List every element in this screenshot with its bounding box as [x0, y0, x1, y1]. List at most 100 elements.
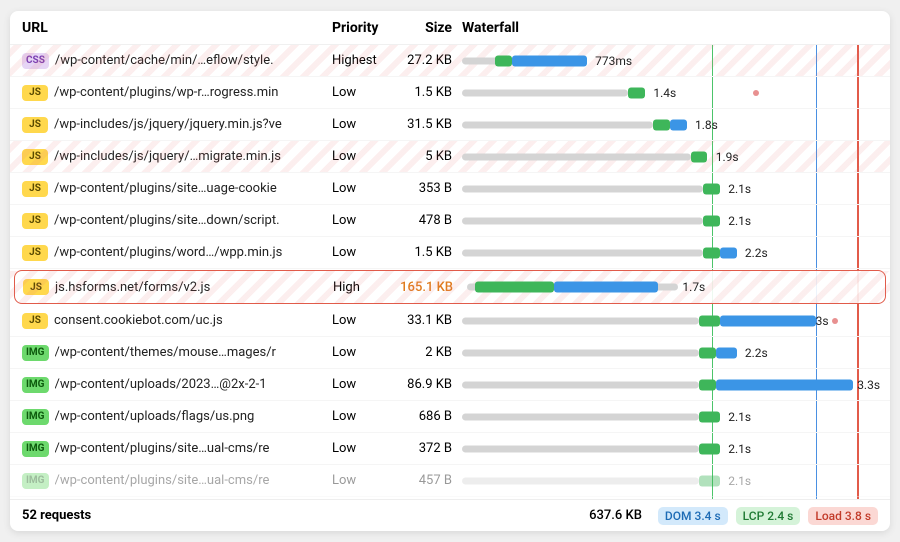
timing-label: 1.8s: [695, 118, 718, 132]
size-cell: 5 KB: [392, 149, 462, 164]
resource-type-badge: IMG: [22, 345, 49, 361]
resource-type-badge: JS: [22, 181, 48, 197]
resource-url: /wp-includes/js/jquery/…migrate.min.js: [54, 149, 281, 164]
priority-cell: Low: [332, 441, 392, 456]
resource-url: /wp-content/plugins/site…ual-cms/re: [55, 473, 270, 488]
waterfall-cell: 2.2s: [462, 337, 878, 368]
table-row[interactable]: JS/wp-content/plugins/site…uage-cookie Lo…: [10, 173, 890, 205]
size-cell: 33.1 KB: [392, 313, 462, 328]
resource-type-badge: JS: [22, 85, 48, 101]
resource-url: /wp-content/plugins/site…ual-cms/re: [55, 441, 270, 456]
size-cell: 686 B: [392, 409, 462, 424]
size-cell: 86.9 KB: [392, 377, 462, 392]
table-row[interactable]: IMG/wp-content/themes/mouse…mages/r Low2 …: [10, 337, 890, 369]
resource-url: /wp-content/cache/min/…eflow/style.: [55, 53, 274, 68]
waterfall-cell: 1.8s: [462, 109, 878, 140]
render-block-dot: [753, 90, 759, 96]
priority-cell: High: [333, 280, 393, 295]
resource-url: /wp-content/uploads/2023…@2x-2-1: [55, 377, 267, 392]
size-cell: 478 B: [392, 213, 462, 228]
size-cell: 353 B: [392, 181, 462, 196]
size-cell: 27.2 KB: [392, 53, 462, 68]
table-row[interactable]: JS/wp-content/plugins/wp-r…rogress.min Lo…: [10, 77, 890, 109]
size-cell: 1.5 KB: [392, 85, 462, 100]
table-row[interactable]: JS/wp-includes/js/jquery/…migrate.min.js…: [10, 141, 890, 173]
size-cell: 372 B: [392, 441, 462, 456]
resource-url: consent.cookiebot.com/uc.js: [54, 313, 223, 328]
timing-label: 2.1s: [728, 214, 751, 228]
waterfall-cell: 773ms: [462, 45, 878, 76]
priority-cell: Low: [332, 345, 392, 360]
dom-pill: DOM 3.4 s: [658, 507, 728, 525]
waterfall-cell: 2.1s: [462, 173, 878, 204]
table-row[interactable]: IMG/wp-content/uploads/2023…@2x-2-1 Low86…: [10, 369, 890, 401]
resource-type-badge: JS: [22, 245, 48, 261]
header-waterfall[interactable]: Waterfall: [462, 11, 878, 44]
priority-cell: Low: [332, 377, 392, 392]
timing-label: 1.7s: [682, 280, 705, 294]
timing-label: 2.1s: [728, 410, 751, 424]
footer-bar: 52 requests 637.6 KB DOM 3.4 s LCP 2.4 s…: [10, 499, 890, 531]
table-row[interactable]: IMG/wp-content/plugins/site…ual-cms/re Lo…: [10, 433, 890, 465]
priority-cell: Low: [332, 473, 392, 488]
resource-url: /wp-content/plugins/site…uage-cookie: [54, 181, 277, 196]
resource-url: /wp-content/themes/mouse…mages/r: [55, 345, 276, 360]
size-cell: 1.5 KB: [392, 245, 462, 260]
resource-type-badge: IMG: [22, 473, 49, 489]
size-cell: 165.1 KB: [393, 280, 463, 295]
timing-label: 2.2s: [745, 346, 768, 360]
waterfall-cell: 2.1s: [462, 433, 878, 464]
table-row[interactable]: JS js.hsforms.net/forms/v2.js High165.1 KB…: [14, 270, 886, 304]
request-count: 52 requests: [22, 508, 91, 523]
table-row[interactable]: JSconsent.cookiebot.com/uc.jsLow33.1 KB3…: [10, 305, 890, 337]
resource-type-badge: IMG: [22, 377, 49, 393]
resource-type-badge: IMG: [22, 409, 49, 425]
size-cell: 31.5 KB: [392, 117, 462, 132]
resource-type-badge: CSS: [22, 53, 49, 69]
resource-url: /wp-content/plugins/word…/wpp.min.js: [54, 245, 282, 260]
load-pill: Load 3.8 s: [808, 507, 878, 525]
lcp-pill: LCP 2.4 s: [736, 507, 801, 525]
total-size: 637.6 KB: [589, 508, 642, 523]
waterfall-cell: 2.1s: [462, 401, 878, 432]
priority-cell: Low: [332, 85, 392, 100]
resource-type-badge: JS: [22, 117, 48, 133]
waterfall-cell: 2.1s: [462, 465, 878, 496]
timing-label: 2.1s: [728, 182, 751, 196]
table-row[interactable]: CSS/wp-content/cache/min/…eflow/style. Hi…: [10, 45, 890, 77]
priority-cell: Low: [332, 213, 392, 228]
resource-url: /wp-content/uploads/flags/us.png: [55, 409, 255, 424]
render-block-dot: [832, 318, 838, 324]
table-row[interactable]: JS/wp-includes/js/jquery/jquery.min.js?v…: [10, 109, 890, 141]
header-size[interactable]: Size: [392, 20, 462, 36]
priority-cell: Low: [332, 245, 392, 260]
priority-cell: Low: [332, 117, 392, 132]
priority-cell: Low: [332, 181, 392, 196]
priority-cell: Low: [332, 149, 392, 164]
resource-url: /wp-content/plugins/wp-r…rogress.min: [54, 85, 278, 100]
resource-type-badge: IMG: [22, 441, 49, 457]
resource-type-badge: JS: [22, 313, 48, 329]
size-cell: 2 KB: [392, 345, 462, 360]
priority-cell: Highest: [332, 53, 392, 68]
table-body: CSS/wp-content/cache/min/…eflow/style. Hi…: [10, 45, 890, 499]
table-header: URL Priority Size Waterfall: [10, 11, 890, 45]
header-url[interactable]: URL: [22, 20, 332, 36]
timing-label: 2.1s: [728, 442, 751, 456]
waterfall-cell: 1.9s: [462, 141, 878, 172]
waterfall-cell: 1.7s: [463, 271, 877, 303]
resource-url: js.hsforms.net/forms/v2.js: [55, 280, 210, 295]
priority-cell: Low: [332, 409, 392, 424]
header-priority[interactable]: Priority: [332, 20, 392, 36]
table-row[interactable]: JS/wp-content/plugins/word…/wpp.min.js Lo…: [10, 237, 890, 269]
waterfall-cell: 3s: [462, 305, 878, 336]
waterfall-panel: URL Priority Size Waterfall CSS/wp-conte…: [10, 11, 890, 531]
table-row[interactable]: IMG/wp-content/uploads/flags/us.png Low68…: [10, 401, 890, 433]
table-row[interactable]: IMG/wp-content/plugins/site…ual-cms/re Lo…: [10, 465, 890, 497]
timing-label: 2.1s: [728, 474, 751, 488]
resource-type-badge: JS: [23, 279, 49, 295]
resource-type-badge: JS: [22, 149, 48, 165]
table-row[interactable]: JS/wp-content/plugins/site…down/script.L…: [10, 205, 890, 237]
timing-label: 2.2s: [745, 246, 768, 260]
resource-url: /wp-includes/js/jquery/jquery.min.js?ve: [54, 117, 282, 132]
